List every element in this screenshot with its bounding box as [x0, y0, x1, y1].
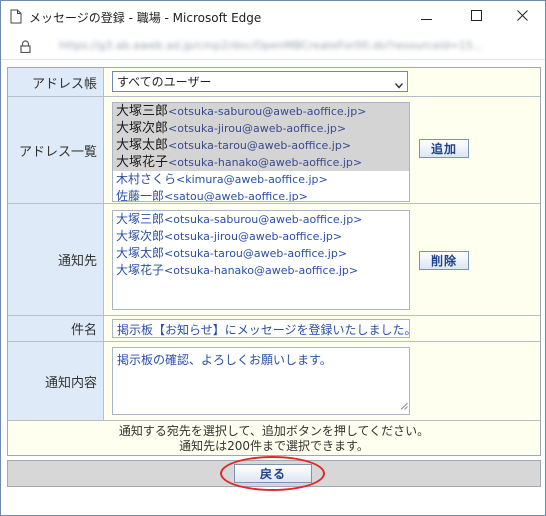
recipients-row: 通知先 大塚三郎<otsuka-saburou@aweb-aoffice.jp>… [8, 204, 540, 316]
recipients-cell: 大塚三郎<otsuka-saburou@aweb-aoffice.jp> 大塚次… [105, 204, 540, 315]
contact-name: 大塚次郎 [116, 121, 169, 136]
contact-email: <otsuka-saburou@aweb-aoffice.jp> [168, 105, 367, 118]
list-item[interactable]: 大塚三郎<otsuka-saburou@aweb-aoffice.jp> [113, 103, 409, 120]
minimize-button[interactable] [403, 1, 449, 32]
contact-email: <otsuka-tarou@aweb-aoffice.jp> [164, 247, 348, 260]
window-title: メッセージの登録 - 職場 - Microsoft Edge [29, 11, 262, 25]
list-item[interactable]: 大塚次郎<otsuka-jirou@aweb-aoffice.jp> [113, 120, 409, 137]
contact-email: <otsuka-jirou@aweb-aoffice.jp> [168, 122, 347, 135]
contact-name: 佐藤一郎 [116, 189, 165, 202]
maximize-icon [470, 9, 482, 24]
content-row: 通知内容 掲示板の確認、よろしくお願いします。 [8, 342, 540, 421]
contact-email: <otsuka-tarou@aweb-aoffice.jp> [168, 139, 352, 152]
address-book-row: アドレス帳 すべてのユーザー [8, 68, 540, 97]
recipients-label: 通知先 [8, 204, 104, 315]
maximize-button[interactable] [453, 1, 499, 32]
list-item[interactable]: 大塚太郎<otsuka-tarou@aweb-aoffice.jp> [113, 245, 409, 262]
content-textarea[interactable]: 掲示板の確認、よろしくお願いします。 [112, 347, 410, 415]
contact-name: 大塚花子 [116, 155, 169, 170]
subject-input[interactable]: 掲示板【お知らせ】にメッセージを登録いたしました。 [112, 319, 410, 338]
contact-email: <kimura@aweb-aoffice.jp> [176, 173, 328, 186]
address-list-cell: 大塚三郎<otsuka-saburou@aweb-aoffice.jp> 大塚三… [105, 97, 540, 203]
subject-cell: 掲示板【お知らせ】にメッセージを登録いたしました。 [105, 316, 540, 341]
hint-text: 通知する宛先を選択して、追加ボタンを押してください。 通知先は200件まで選択で… [8, 421, 540, 457]
footer-bar: 戻る [7, 460, 541, 487]
list-item[interactable]: 大塚三郎<otsuka-saburou@aweb-aoffice.jp> [113, 211, 409, 228]
contact-name: 大塚太郎 [116, 246, 165, 260]
title-bar: メッセージの登録 - 職場 - Microsoft Edge [1, 1, 545, 32]
content-cell: 掲示板の確認、よろしくお願いします。 [105, 342, 540, 420]
close-button[interactable] [499, 1, 545, 32]
contact-email: <otsuka-hanako@aweb-aoffice.jp> [168, 156, 363, 169]
address-bar[interactable]: https://g3.ab.aweb.ad.jp/cmp2/doc/OpenMB… [1, 32, 545, 60]
address-book-label: アドレス帳 [8, 68, 104, 96]
address-book-select[interactable]: すべてのユーザー [112, 71, 408, 92]
browser-window: メッセージの登録 - 職場 - Microsoft Edge https://g… [0, 0, 546, 516]
add-button[interactable]: 追加 [419, 139, 469, 158]
minimize-icon [420, 10, 432, 24]
resize-grip-icon[interactable] [400, 399, 408, 413]
page-icon [10, 9, 22, 24]
list-item[interactable]: 大塚次郎<otsuka-jirou@aweb-aoffice.jp> [113, 228, 409, 245]
close-icon [516, 9, 528, 24]
contact-email: <otsuka-hanako@aweb-aoffice.jp> [164, 264, 359, 277]
contact-email: <otsuka-jirou@aweb-aoffice.jp> [164, 230, 343, 243]
delete-button[interactable]: 削除 [419, 251, 469, 270]
list-item[interactable]: 木村さくら<kimura@aweb-aoffice.jp> [113, 171, 409, 188]
back-button[interactable]: 戻る [234, 464, 312, 483]
message-form: アドレス帳 すべてのユーザー アドレス一覧 大塚三郎<otsuka-saburo… [7, 67, 541, 456]
contact-email: <satou@aweb-aoffice.jp> [164, 190, 308, 202]
list-item[interactable]: 大塚花子<otsuka-hanako@aweb-aoffice.jp> [113, 154, 409, 171]
contact-name: 木村さくら [116, 172, 177, 186]
address-list-row: アドレス一覧 大塚三郎<otsuka-saburou@aweb-aoffice.… [8, 97, 540, 204]
list-item[interactable]: 佐藤一郎<satou@aweb-aoffice.jp> [113, 188, 409, 202]
list-item[interactable]: 大塚花子<otsuka-hanako@aweb-aoffice.jp> [113, 262, 409, 279]
contact-name: 大塚太郎 [116, 138, 169, 153]
address-list-label: アドレス一覧 [8, 97, 104, 203]
lock-icon [20, 40, 31, 56]
recipients-list-box[interactable]: 大塚三郎<otsuka-saburou@aweb-aoffice.jp> 大塚次… [112, 210, 410, 310]
address-list-box[interactable]: 大塚三郎<otsuka-saburou@aweb-aoffice.jp> 大塚三… [112, 102, 410, 202]
content-text: 掲示板の確認、よろしくお願いします。 [117, 353, 332, 367]
contact-email: <otsuka-saburou@aweb-aoffice.jp> [164, 213, 363, 226]
contact-name: 大塚三郎 [116, 212, 165, 226]
list-item[interactable]: 大塚太郎<otsuka-tarou@aweb-aoffice.jp> [113, 137, 409, 154]
hint-line-1: 通知する宛先を選択して、追加ボタンを押してください。 [118, 424, 430, 438]
subject-row: 件名 掲示板【お知らせ】にメッセージを登録いたしました。 [8, 316, 540, 342]
hint-line-2: 通知先は200件まで選択できます。 [179, 439, 369, 453]
contact-name: 大塚三郎 [116, 104, 169, 119]
url-text[interactable]: https://g3.ab.aweb.ad.jp/cmp2/doc/OpenMB… [59, 39, 483, 52]
subject-label: 件名 [8, 316, 104, 341]
address-book-cell: すべてのユーザー [105, 68, 540, 96]
content-label: 通知内容 [8, 342, 104, 420]
contact-name: 大塚次郎 [116, 229, 165, 243]
contact-name: 大塚花子 [116, 263, 165, 277]
